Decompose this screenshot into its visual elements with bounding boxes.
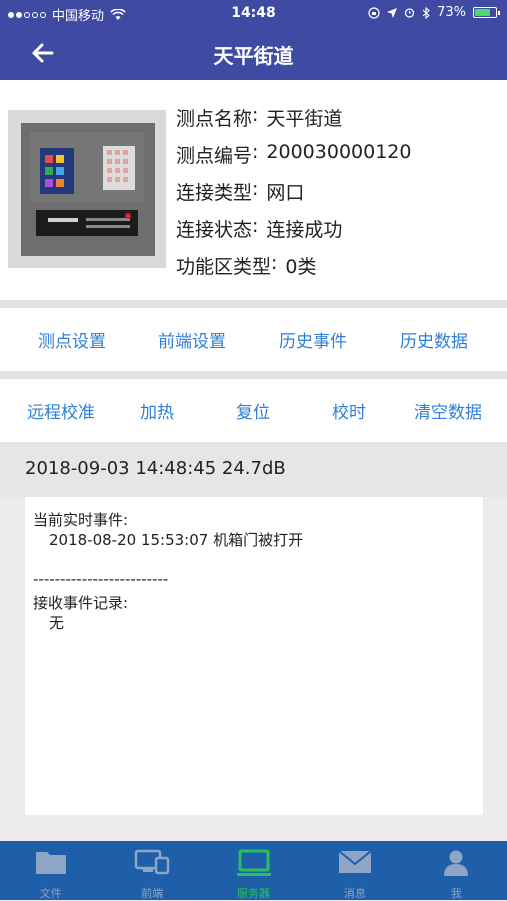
device-image (8, 110, 166, 268)
field-value: 网口 (266, 182, 305, 204)
frontend-settings-button[interactable]: 前端设置 (140, 327, 244, 352)
history-data-button[interactable]: 历史数据 (382, 327, 486, 352)
tab-label: 消息 (343, 887, 366, 900)
person-icon (444, 850, 469, 876)
field-label: 功能区类型 (176, 256, 272, 278)
remote-calibrate-button[interactable]: 远程校准 (14, 398, 108, 423)
field-station-name: 测点名称: 天平街道 (176, 104, 411, 141)
status-bar: 中国移动 14:48 73% (0, 0, 507, 26)
mail-icon (338, 850, 372, 873)
tab-label: 文件 (39, 887, 62, 900)
event-log: 当前实时事件: 2018-08-20 15:53:07 机箱门被打开 -----… (25, 497, 483, 815)
field-separator: : (252, 178, 259, 200)
status-right: 73% (368, 5, 500, 20)
nav-bar: 天平街道 (0, 26, 507, 80)
orientation-lock-icon (368, 6, 380, 19)
reset-button[interactable]: 复位 (214, 398, 292, 423)
tab-files[interactable]: 文件 (0, 841, 101, 900)
folder-icon (35, 852, 66, 874)
secondary-actions: 远程校准 加热 复位 校时 清空数据 (0, 379, 507, 442)
time-sync-button[interactable]: 校时 (310, 398, 388, 423)
primary-actions: 测点设置 前端设置 历史事件 历史数据 (0, 308, 507, 371)
field-value: 0类 (285, 256, 317, 278)
heat-button[interactable]: 加热 (118, 398, 196, 423)
field-separator: : (252, 215, 259, 237)
field-station-number: 测点编号:200030000120 (176, 141, 411, 178)
tab-messages[interactable]: 消息 (304, 841, 405, 900)
history-events-button[interactable]: 历史事件 (261, 327, 365, 352)
field-separator: : (252, 141, 259, 163)
tab-label: 前端 (141, 887, 164, 900)
tab-me[interactable]: 我 (406, 841, 507, 900)
page-title: 天平街道 (213, 44, 294, 68)
device-info-panel: 测点名称: 天平街道 测点编号:200030000120 连接类型: 网口 连接状态… (0, 80, 507, 300)
current-event-item: 2018-08-20 15:53:07 机箱门被打开 (49, 531, 304, 549)
field-label: 连接状态 (176, 219, 253, 241)
alarm-icon (404, 8, 415, 18)
divider (0, 300, 507, 308)
field-value: 200030000120 (266, 141, 412, 163)
device-illustration (21, 123, 155, 256)
tab-label: 服务器 (237, 887, 271, 900)
battery-fill (475, 9, 490, 16)
current-events-title: 当前实时事件: (33, 511, 129, 529)
received-event-item: 无 (49, 614, 65, 632)
field-label: 测点名称 (176, 108, 253, 130)
field-label: 连接类型 (176, 182, 253, 204)
field-separator: : (252, 104, 259, 126)
monitor-icon (236, 849, 271, 876)
devices-icon (134, 849, 170, 875)
received-events-title: 接收事件记录: (33, 594, 129, 612)
clear-data-button[interactable]: 清空数据 (401, 398, 495, 423)
latest-reading: 2018-09-03 14:48:45 24.7dB (0, 442, 507, 497)
field-zone-type: 功能区类型:0类 (176, 252, 411, 289)
field-separator: : (271, 252, 278, 274)
tab-frontend[interactable]: 前端 (101, 841, 202, 900)
battery-icon (473, 7, 500, 18)
device-fields: 测点名称: 天平街道 测点编号:200030000120 连接类型: 网口 连接状态… (176, 104, 411, 289)
field-connection-status: 连接状态: 连接成功 (176, 215, 411, 252)
tab-label: 我 (450, 887, 462, 900)
field-value: 天平街道 (266, 108, 343, 130)
field-value: 连接成功 (266, 219, 343, 241)
location-icon (387, 7, 398, 18)
event-divider: ------------------------- (33, 570, 169, 588)
field-connection-type: 连接类型: 网口 (176, 178, 411, 215)
field-label: 测点编号 (176, 145, 253, 167)
battery-percent: 73% (437, 5, 466, 20)
station-settings-button[interactable]: 测点设置 (20, 327, 124, 352)
bluetooth-icon (422, 6, 430, 19)
divider (0, 371, 507, 379)
tab-server[interactable]: 服务器 (203, 841, 304, 900)
reading-text: 2018-09-03 14:48:45 24.7dB (25, 458, 286, 479)
tab-bar: 文件 前端 服务器 消息 我 (0, 841, 507, 900)
